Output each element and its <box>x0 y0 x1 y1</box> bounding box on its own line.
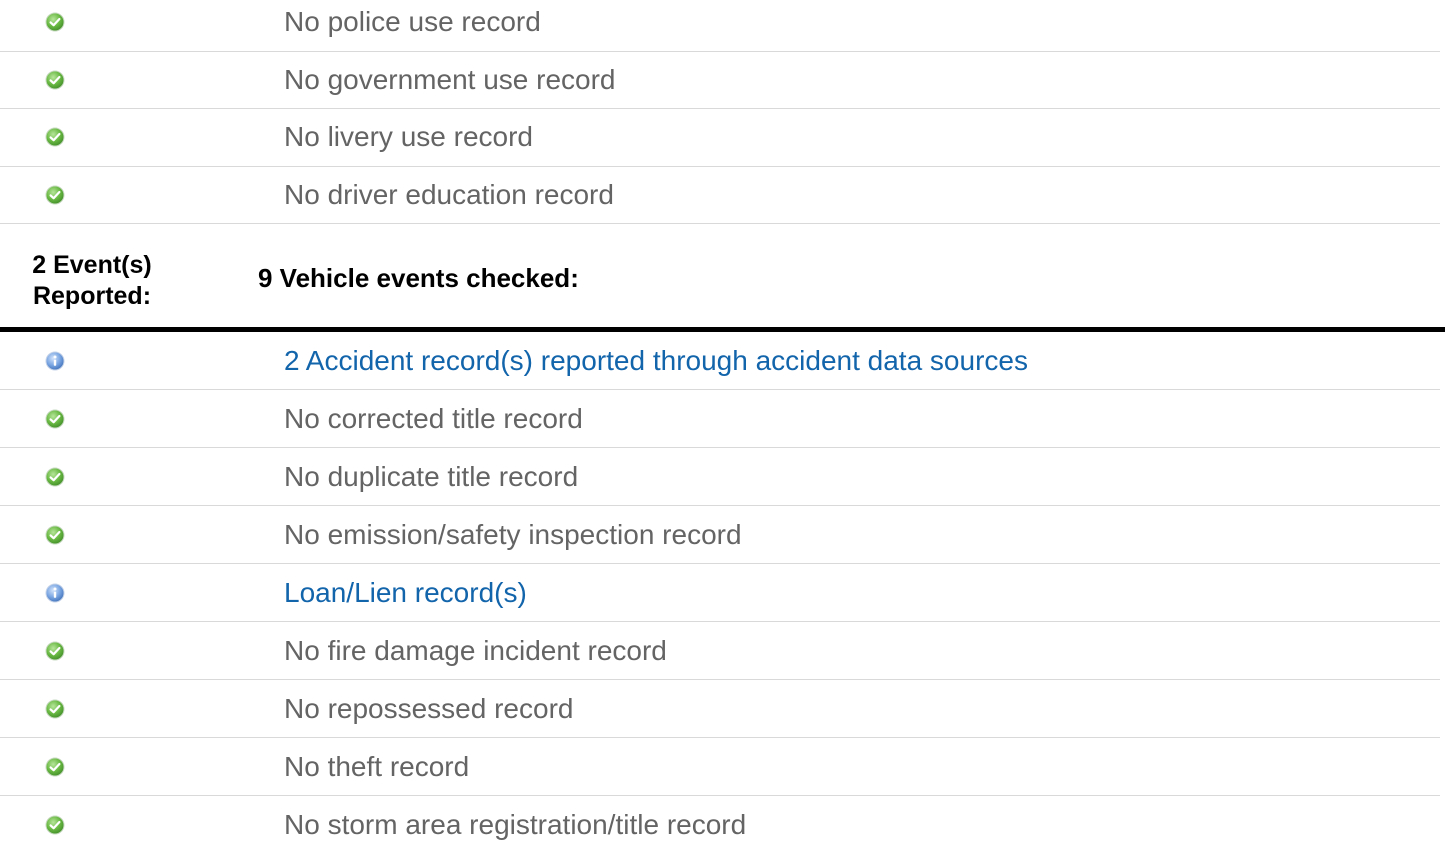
events-header: 2 Event(s) Reported: 9 Vehicle events ch… <box>0 228 1445 332</box>
record-link[interactable]: Loan/Lien record(s) <box>284 564 527 621</box>
list-item: No police use record <box>0 0 1440 52</box>
list-item: No driver education record <box>0 167 1440 224</box>
check-icon <box>45 525 65 545</box>
info-icon <box>45 351 65 371</box>
list-item[interactable]: Loan/Lien record(s) <box>0 564 1440 622</box>
events-count-line1: 2 Event(s) <box>32 251 152 279</box>
check-icon <box>45 70 65 90</box>
vehicle-history-checklist: No police use record No government use re… <box>0 0 1445 852</box>
events-reported-count: 2 Event(s) Reported: <box>0 250 184 312</box>
list-item: No government use record <box>0 52 1440 109</box>
record-text: No theft record <box>284 750 470 782</box>
list-item: No emission/safety inspection record <box>0 506 1440 564</box>
record-text: No livery use record <box>284 121 533 153</box>
events-count-line2: Reported: <box>32 282 152 310</box>
check-icon <box>45 185 65 205</box>
list-item: No corrected title record <box>0 390 1440 448</box>
record-text: No police use record <box>284 6 541 38</box>
list-item: No livery use record <box>0 109 1440 167</box>
record-link[interactable]: 2 Accident record(s) reported through ac… <box>284 332 1028 389</box>
list-item: No storm area registration/title record <box>0 796 1440 852</box>
record-text: No duplicate title record <box>284 460 579 492</box>
check-icon <box>45 467 65 487</box>
check-icon <box>45 409 65 429</box>
record-text: No fire damage incident record <box>284 634 667 666</box>
events-checked-label: 9 Vehicle events checked: <box>258 263 579 293</box>
list-item: No fire damage incident record <box>0 622 1440 680</box>
record-text: No storm area registration/title record <box>284 808 747 840</box>
record-text: No government use record <box>284 63 616 95</box>
check-icon <box>45 641 65 661</box>
record-text: No corrected title record <box>284 402 583 434</box>
record-text: No driver education record <box>284 178 614 210</box>
check-icon <box>45 699 65 719</box>
check-icon <box>45 127 65 147</box>
list-item: No duplicate title record <box>0 448 1440 506</box>
check-icon <box>45 815 65 835</box>
list-item: No repossessed record <box>0 680 1440 738</box>
list-item[interactable]: 2 Accident record(s) reported through ac… <box>0 332 1440 390</box>
record-text: No repossessed record <box>284 692 574 724</box>
info-icon <box>45 583 65 603</box>
list-item: No theft record <box>0 738 1440 796</box>
record-text: No emission/safety inspection record <box>284 518 742 550</box>
check-icon <box>45 757 65 777</box>
check-icon <box>45 12 65 32</box>
